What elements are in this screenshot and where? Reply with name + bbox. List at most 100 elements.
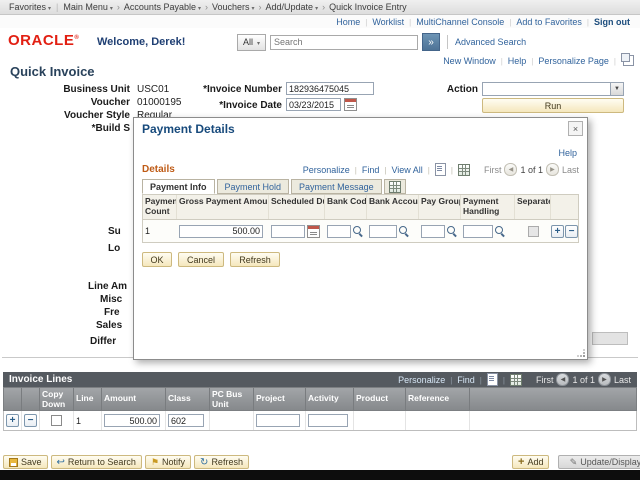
refresh-icon: [200, 457, 208, 468]
personalize-page-link[interactable]: Personalize Page: [538, 56, 609, 66]
payment-handling-input[interactable]: [463, 225, 493, 238]
project-input[interactable]: [256, 414, 300, 427]
cancel-button[interactable]: Cancel: [178, 252, 224, 267]
bank-account-input[interactable]: [369, 225, 397, 238]
scheduled-due-cell: [269, 225, 325, 238]
resize-handle[interactable]: [577, 349, 586, 358]
next-row-icon[interactable]: [598, 373, 611, 386]
lookup-icon[interactable]: [353, 226, 364, 237]
add-row-button[interactable]: +: [551, 225, 564, 238]
notebook-icon[interactable]: [487, 373, 498, 386]
activity-input[interactable]: [308, 414, 348, 427]
gross-payment-amount-input[interactable]: [179, 225, 263, 238]
pager-last-link[interactable]: Last: [562, 165, 579, 175]
breadcrumb-favorites[interactable]: Favorites: [6, 2, 54, 12]
column-bank-code: Bank Code: [325, 195, 367, 219]
pager-last-link[interactable]: Last: [614, 375, 631, 385]
chevron-down-icon: [315, 2, 318, 12]
divider: [447, 35, 448, 49]
line-cell: 1: [74, 411, 102, 430]
amount-input[interactable]: [104, 414, 160, 427]
show-all-columns-tab[interactable]: [384, 179, 406, 194]
page-links: New Window Help Personalize Page: [443, 55, 634, 66]
worklist-link[interactable]: Worklist: [372, 17, 404, 27]
add-line-button[interactable]: +: [6, 414, 19, 427]
delete-row-button[interactable]: −: [565, 225, 578, 238]
modal-title: Payment Details: [142, 122, 235, 136]
multichannel-console-link[interactable]: MultiChannel Console: [416, 17, 504, 27]
download-grid-icon[interactable]: [458, 164, 470, 176]
previous-row-icon[interactable]: [556, 373, 569, 386]
add-button[interactable]: Add: [512, 455, 549, 469]
close-icon[interactable]: [568, 121, 583, 136]
run-button[interactable]: Run: [482, 98, 624, 113]
tab-payment-info[interactable]: Payment Info: [142, 179, 215, 194]
personalize-link[interactable]: Personalize: [398, 375, 445, 385]
help-link[interactable]: Help: [508, 56, 527, 66]
view-all-link[interactable]: View All: [391, 165, 422, 175]
search-input[interactable]: [270, 35, 418, 50]
pager-first-link[interactable]: First: [484, 165, 502, 175]
lookup-icon[interactable]: [495, 226, 506, 237]
invoice-number-input[interactable]: [286, 82, 374, 95]
breadcrumb-quick-invoice-entry[interactable]: Quick Invoice Entry: [326, 2, 410, 12]
find-link[interactable]: Find: [457, 375, 475, 385]
lookup-icon[interactable]: [447, 226, 458, 237]
breadcrumb-add-update[interactable]: Add/Update: [263, 2, 322, 12]
save-button[interactable]: Save: [3, 455, 48, 469]
divider: [609, 56, 621, 66]
next-row-icon[interactable]: [546, 163, 559, 176]
line-number: 1: [76, 416, 81, 426]
action-select[interactable]: [482, 82, 624, 96]
download-grid-icon[interactable]: [510, 374, 522, 386]
class-input[interactable]: [168, 414, 204, 427]
separate-checkbox[interactable]: [528, 226, 539, 237]
chevron-down-icon: [257, 37, 260, 47]
find-link[interactable]: Find: [362, 165, 380, 175]
new-window-link[interactable]: New Window: [443, 56, 496, 66]
freight-label-clipped: Fre: [104, 307, 120, 318]
divider: [404, 17, 416, 27]
home-link[interactable]: Home: [336, 17, 360, 27]
calendar-icon[interactable]: [307, 225, 320, 238]
return-to-search-button[interactable]: Return to Search: [51, 455, 142, 469]
breadcrumb-main-menu[interactable]: Main Menu: [60, 2, 116, 12]
divider: [449, 165, 455, 175]
sign-out-link[interactable]: Sign out: [594, 17, 630, 27]
previous-row-icon[interactable]: [504, 163, 517, 176]
pay-group-input[interactable]: [421, 225, 445, 238]
column-add: [4, 388, 22, 410]
delete-line-button[interactable]: −: [24, 414, 37, 427]
column-gross-payment-amount: Gross Payment Amount: [177, 195, 269, 219]
search-scope-dropdown[interactable]: All: [237, 34, 266, 51]
invoice-date-input[interactable]: [286, 98, 341, 111]
column-separate: Separate: [515, 195, 551, 219]
breadcrumb-accounts-payable[interactable]: Accounts Payable: [121, 2, 204, 12]
lookup-icon[interactable]: [399, 226, 410, 237]
new-window-icon[interactable]: [623, 55, 634, 66]
search-go-button[interactable]: [422, 33, 440, 51]
sales-tax-label-clipped: Sales: [96, 320, 122, 331]
breadcrumb-vouchers[interactable]: Vouchers: [209, 2, 258, 12]
tab-payment-message[interactable]: Payment Message: [291, 179, 382, 194]
ok-button[interactable]: OK: [142, 252, 172, 267]
personalize-link[interactable]: Personalize: [303, 165, 350, 175]
refresh-toolbar-button[interactable]: Refresh: [194, 455, 249, 469]
bank-code-input[interactable]: [327, 225, 351, 238]
add-to-favorites-link[interactable]: Add to Favorites: [516, 17, 582, 27]
calendar-icon[interactable]: [344, 98, 357, 111]
update-display-button[interactable]: Update/Display: [558, 455, 640, 469]
notebook-icon[interactable]: [435, 163, 446, 176]
refresh-button[interactable]: Refresh: [230, 252, 280, 267]
scheduled-due-input[interactable]: [271, 225, 305, 238]
line-amount-label-clipped: Line Am: [88, 281, 127, 292]
tab-payment-hold[interactable]: Payment Hold: [217, 179, 290, 194]
breadcrumb-label: Accounts Payable: [124, 2, 196, 12]
notify-button[interactable]: Notify: [145, 455, 191, 469]
column-project: Project: [254, 388, 306, 410]
copy-down-checkbox[interactable]: [51, 415, 62, 426]
advanced-search-link[interactable]: Advanced Search: [455, 37, 526, 47]
modal-help-link[interactable]: Help: [558, 148, 577, 158]
pager-first-link[interactable]: First: [536, 375, 554, 385]
pager-position: 1 of 1: [572, 375, 595, 385]
